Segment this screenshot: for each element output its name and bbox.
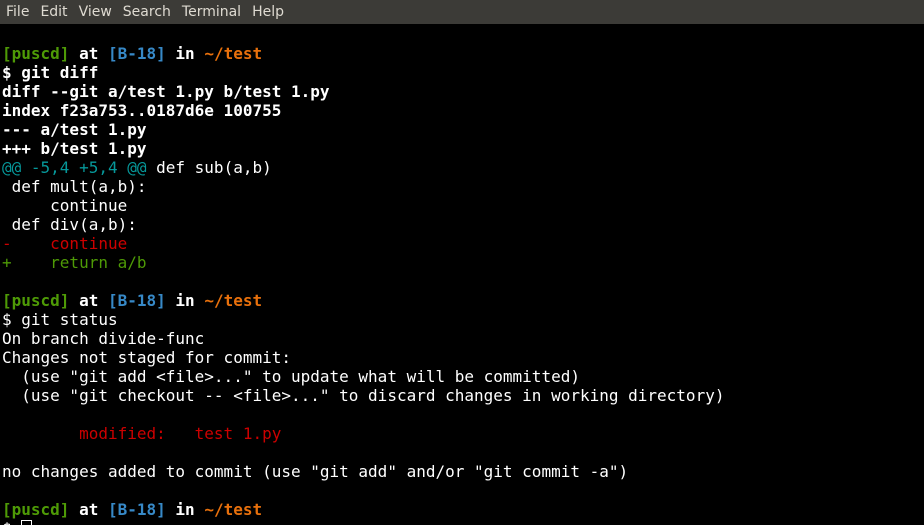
- prompt-dir: ~/test: [204, 44, 263, 63]
- diff-removed-line: - continue: [2, 234, 128, 253]
- terminal-output[interactable]: [puscd] at [B-18] in ~/test $ git diff d…: [0, 24, 924, 525]
- diff-header-line: +++ b/test 1.py: [2, 139, 147, 158]
- prompt-symbol: $: [2, 519, 21, 525]
- status-line: (use "git checkout -- <file>..." to disc…: [2, 386, 725, 405]
- prompt-dir: ~/test: [204, 291, 263, 310]
- prompt-line: [puscd] at [B-18] in ~/test: [2, 44, 924, 63]
- diff-hunk-line: @@ -5,4 +5,4 @@ def sub(a,b): [2, 158, 924, 177]
- status-line: Changes not staged for commit:: [2, 348, 291, 367]
- diff-header-line: --- a/test 1.py: [2, 120, 147, 139]
- prompt-in: in: [175, 291, 195, 310]
- status-line: no changes added to commit (use "git add…: [2, 462, 629, 481]
- menu-help[interactable]: Help: [248, 0, 288, 24]
- diff-context-line: def mult(a,b):: [2, 177, 147, 196]
- prompt-at: at: [79, 500, 99, 519]
- input-line[interactable]: $: [2, 519, 924, 525]
- prompt-branch: [B-18]: [107, 44, 166, 63]
- menu-terminal[interactable]: Terminal: [178, 0, 245, 24]
- prompt-user: [puscd]: [2, 291, 70, 310]
- prompt-branch: [B-18]: [107, 291, 166, 310]
- diff-header-line: index f23a753..0187d6e 100755: [2, 101, 282, 120]
- menu-file[interactable]: File: [2, 0, 33, 24]
- prompt-line: [puscd] at [B-18] in ~/test: [2, 291, 924, 310]
- hunk-context: def sub(a,b): [146, 158, 272, 177]
- diff-context-line: continue: [2, 196, 128, 215]
- prompt-user: [puscd]: [2, 44, 70, 63]
- menu-view[interactable]: View: [75, 0, 116, 24]
- terminal-window: File Edit View Search Terminal Help [pus…: [0, 0, 924, 525]
- prompt-branch: [B-18]: [107, 500, 166, 519]
- prompt-dir: ~/test: [204, 500, 263, 519]
- menu-search[interactable]: Search: [119, 0, 175, 24]
- prompt-user: [puscd]: [2, 500, 70, 519]
- command-line: $ git diff: [2, 63, 99, 82]
- prompt-in: in: [175, 44, 195, 63]
- status-line: (use "git add <file>..." to update what …: [2, 367, 580, 386]
- hunk-marker: @@ -5,4 +5,4 @@: [2, 158, 147, 177]
- modified-file-line: modified: test 1.py: [2, 424, 282, 443]
- status-line: On branch divide-func: [2, 329, 205, 348]
- command-line: $ git status: [2, 310, 118, 329]
- diff-added-line: + return a/b: [2, 253, 147, 272]
- prompt-in: in: [175, 500, 195, 519]
- menu-edit[interactable]: Edit: [36, 0, 71, 24]
- diff-header-line: diff --git a/test 1.py b/test 1.py: [2, 82, 330, 101]
- diff-context-line: def div(a,b):: [2, 215, 137, 234]
- prompt-at: at: [79, 44, 99, 63]
- cursor-icon: [21, 520, 33, 525]
- prompt-line: [puscd] at [B-18] in ~/test: [2, 500, 924, 519]
- menubar: File Edit View Search Terminal Help: [0, 0, 924, 24]
- prompt-at: at: [79, 291, 99, 310]
